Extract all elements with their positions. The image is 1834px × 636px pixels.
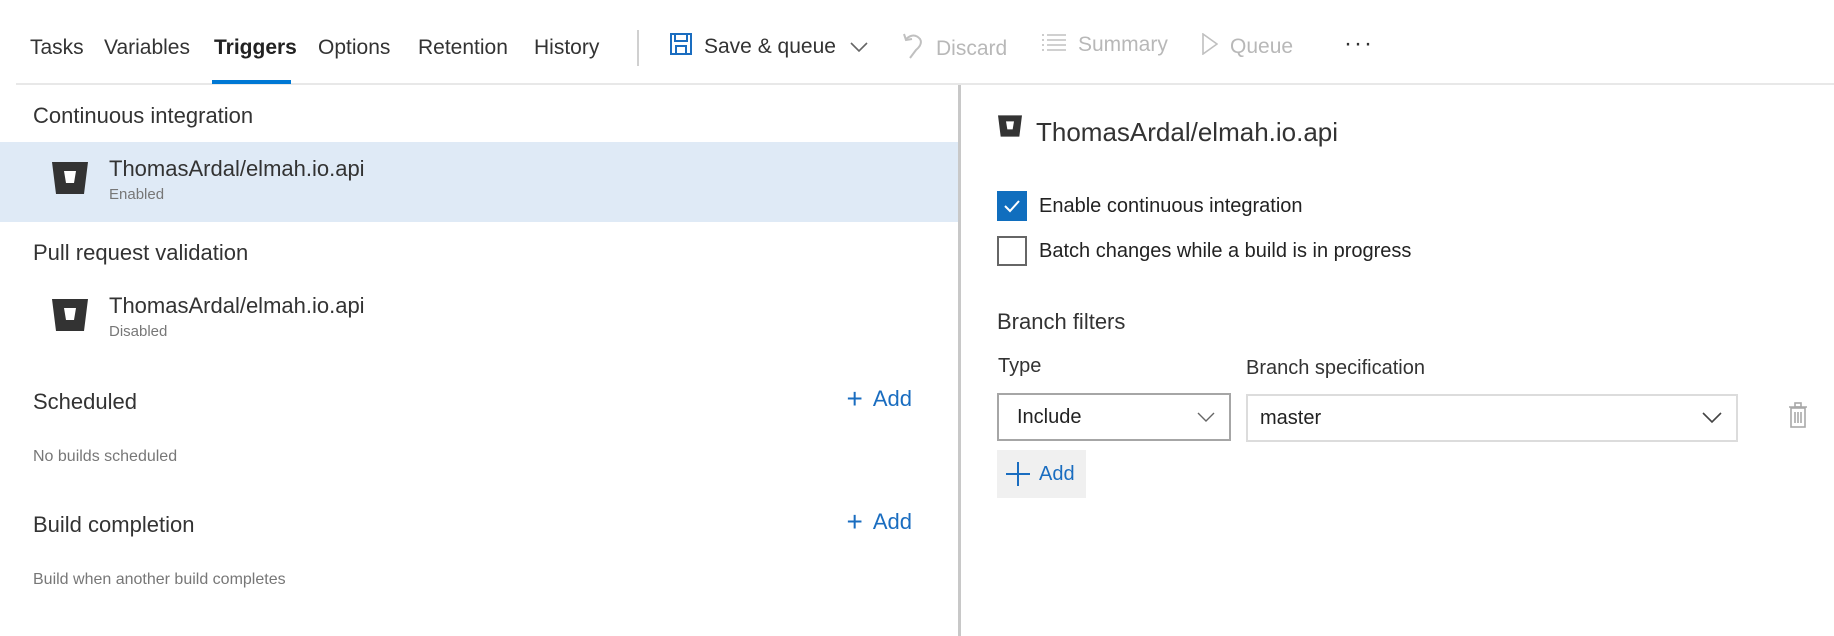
top-toolbar: Tasks Variables Triggers Options Retenti… (16, 0, 1834, 85)
ci-repo-name: ThomasArdal/elmah.io.api (109, 156, 365, 181)
type-label: Type (998, 355, 1042, 377)
tab-variables[interactable]: Variables (104, 36, 190, 60)
plus-icon: + (846, 506, 863, 537)
triggers-list-pane: Continuous integration ThomasArdal/elmah… (0, 87, 958, 636)
tab-retention[interactable]: Retention (418, 36, 508, 60)
tab-options[interactable]: Options (318, 36, 390, 60)
build-completion-heading: Build completion (33, 512, 195, 537)
trash-icon (1789, 402, 1807, 428)
build-completion-description: Build when another build completes (33, 571, 286, 588)
discard-label: Discard (936, 37, 1008, 60)
type-value: Include (1017, 405, 1082, 428)
chevron-down-icon[interactable] (850, 35, 868, 59)
save-and-queue-label: Save & queue (704, 35, 836, 58)
pull-request-validation-heading: Pull request validation (33, 240, 249, 265)
batch-changes-label: Batch changes while a build is in progre… (1039, 239, 1412, 262)
bitbucket-icon (998, 115, 1022, 137)
more-options-button[interactable]: ··· (1344, 30, 1374, 58)
batch-changes-checkbox[interactable]: Batch changes while a build is in progre… (997, 236, 1411, 266)
checkmark-icon (1004, 200, 1020, 213)
save-icon (670, 33, 692, 61)
add-schedule-label: Add (872, 386, 912, 411)
undo-icon (902, 33, 924, 65)
add-build-completion-label: Add (872, 509, 912, 534)
no-builds-scheduled-text: No builds scheduled (33, 448, 178, 465)
pr-repo-name: ThomasArdal/elmah.io.api (109, 293, 365, 318)
scheduled-heading: Scheduled (33, 389, 137, 414)
pr-repo-row[interactable]: ThomasArdal/elmah.io.api Disabled (0, 279, 958, 359)
add-branch-filter-label: Add (1039, 462, 1075, 485)
bitbucket-icon (52, 299, 88, 331)
branch-spec-value: master (1260, 406, 1322, 429)
toolbar-divider (637, 30, 639, 66)
bitbucket-icon (52, 162, 88, 194)
add-branch-filter-button[interactable]: Add (997, 450, 1086, 498)
queue-label: Queue (1230, 35, 1294, 58)
add-build-completion-button[interactable]: + Add (846, 506, 912, 538)
summary-button[interactable]: Summary (1042, 33, 1168, 57)
continuous-integration-heading: Continuous integration (33, 103, 254, 128)
summary-label: Summary (1078, 33, 1168, 56)
type-dropdown[interactable]: Include (997, 393, 1231, 441)
queue-button[interactable]: Queue (1202, 32, 1294, 61)
branch-filters-heading: Branch filters (997, 309, 1126, 334)
save-and-queue-button[interactable]: Save & queue (670, 33, 868, 61)
discard-button[interactable]: Discard (902, 33, 1007, 65)
delete-filter-button[interactable] (1788, 402, 1808, 433)
tab-triggers[interactable]: Triggers (214, 36, 297, 60)
repo-title: ThomasArdal/elmah.io.api (1036, 117, 1339, 147)
checkbox-checked[interactable] (997, 191, 1027, 221)
pr-repo-status: Disabled (109, 323, 168, 340)
plus-icon (1006, 462, 1030, 486)
branch-spec-label: Branch specification (1246, 357, 1425, 379)
ci-repo-status: Enabled (109, 186, 165, 203)
tab-history[interactable]: History (534, 36, 599, 60)
play-icon (1202, 32, 1219, 61)
enable-ci-label: Enable continuous integration (1039, 194, 1303, 217)
branch-spec-dropdown[interactable]: master (1246, 394, 1738, 442)
chevron-down-icon (1197, 412, 1215, 422)
checkbox-unchecked[interactable] (997, 236, 1027, 266)
ci-repo-row[interactable]: ThomasArdal/elmah.io.api Enabled (0, 142, 958, 222)
trigger-details-pane: ThomasArdal/elmah.io.api Enable continuo… (961, 87, 1834, 636)
add-schedule-button[interactable]: + Add (846, 383, 912, 415)
enable-ci-checkbox[interactable]: Enable continuous integration (997, 191, 1303, 221)
active-tab-indicator (212, 80, 291, 84)
plus-icon: + (846, 383, 863, 414)
tab-tasks[interactable]: Tasks (30, 36, 84, 60)
list-icon (1042, 33, 1066, 57)
chevron-down-icon (1702, 412, 1722, 424)
